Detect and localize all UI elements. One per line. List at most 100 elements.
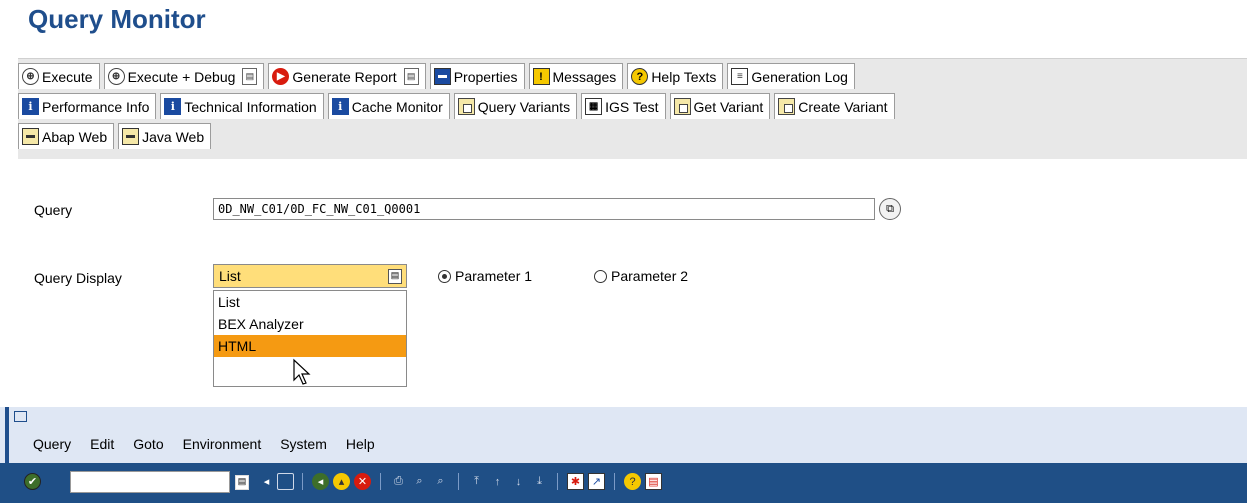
- previous-page-icon[interactable]: ↑: [489, 473, 506, 490]
- performance-info-label: Performance Info: [42, 98, 150, 115]
- igs-icon: ▦: [585, 98, 603, 115]
- create-variant-button[interactable]: Create Variant: [774, 93, 895, 119]
- generation-log-button[interactable]: ≡ Generation Log: [727, 63, 855, 89]
- help-icon: ?: [631, 68, 649, 85]
- create-variant-label: Create Variant: [798, 98, 888, 115]
- cache-monitor-button[interactable]: i Cache Monitor: [327, 93, 450, 119]
- menu-toggle-icon[interactable]: [14, 411, 27, 422]
- performance-info-button[interactable]: i Performance Info: [18, 93, 157, 119]
- menu-query[interactable]: Query: [33, 436, 71, 452]
- execute-debug-label: Execute + Debug: [127, 68, 236, 85]
- properties-label: Properties: [453, 68, 518, 85]
- web-icon: [122, 128, 140, 145]
- query-variants-label: Query Variants: [477, 98, 571, 115]
- technical-information-button[interactable]: i Technical Information: [160, 93, 324, 119]
- query-variants-button[interactable]: Query Variants: [453, 93, 578, 119]
- menu-help[interactable]: Help: [346, 436, 375, 452]
- generation-log-label: Generation Log: [751, 68, 848, 85]
- layout-menu-icon[interactable]: ▤: [645, 473, 662, 490]
- dropdown-menu-icon[interactable]: ▤: [242, 68, 258, 85]
- option-list[interactable]: List: [214, 291, 406, 313]
- enter-icon[interactable]: ✔: [24, 473, 41, 490]
- help-icon[interactable]: ?: [624, 473, 641, 490]
- command-field[interactable]: [70, 471, 230, 493]
- option-bex-analyzer[interactable]: BEX Analyzer: [214, 313, 406, 335]
- query-display-select[interactable]: List ▤: [213, 264, 407, 288]
- info-icon: i: [22, 98, 39, 115]
- get-variant-button[interactable]: Get Variant: [669, 93, 771, 119]
- toolbar-row-3: Abap Web Java Web: [18, 119, 215, 149]
- java-web-label: Java Web: [142, 128, 205, 145]
- help-texts-label: Help Texts: [651, 68, 717, 85]
- last-page-icon[interactable]: ⤓: [531, 473, 548, 490]
- query-display-label: Query Display: [34, 270, 122, 286]
- menu-system[interactable]: System: [280, 436, 327, 452]
- messages-icon: !: [532, 68, 550, 85]
- log-icon: ≡: [731, 68, 749, 85]
- messages-label: Messages: [552, 68, 617, 85]
- parameter-2-label: Parameter 2: [611, 268, 689, 284]
- properties-icon: [433, 68, 451, 85]
- option-html[interactable]: HTML: [214, 335, 406, 357]
- next-page-icon[interactable]: ↓: [510, 473, 527, 490]
- standard-toolbar: ✔ ▤ ◂ ◂ ▴ ✕ ⎙ ⌕ ⌕ ⤒ ↑ ↓ ⤓ ✱ ↗ ? ▤: [0, 463, 1247, 503]
- info-icon: i: [331, 98, 349, 115]
- radio-selected-icon: [438, 269, 451, 283]
- save-icon[interactable]: [277, 473, 294, 490]
- cancel-icon[interactable]: ✕: [354, 473, 371, 490]
- bottom-bar: Query Edit Goto Environment System Help …: [0, 407, 1247, 503]
- parameter-1-radio[interactable]: Parameter 1: [438, 268, 532, 284]
- find-next-icon[interactable]: ⌕: [432, 473, 449, 490]
- value-help-icon[interactable]: ⧉: [879, 198, 901, 220]
- accent-bar: [5, 407, 9, 463]
- abap-web-button[interactable]: Abap Web: [18, 123, 115, 149]
- variant-icon: [673, 98, 691, 115]
- execute-icon: ⊕: [107, 68, 125, 85]
- dropdown-menu-icon[interactable]: ▤: [403, 68, 419, 85]
- toolbar-row-2: i Performance Info i Technical Informati…: [18, 89, 895, 119]
- technical-information-label: Technical Information: [184, 98, 317, 115]
- query-input[interactable]: 0D_NW_C01/0D_FC_NW_C01_Q0001: [213, 198, 875, 220]
- application-toolbar: ⊕ Execute ⊕ Execute + Debug ▤ ▶ Generate…: [18, 58, 1247, 159]
- page-title: Query Monitor: [28, 4, 206, 34]
- get-variant-label: Get Variant: [693, 98, 764, 115]
- java-web-button[interactable]: Java Web: [118, 123, 212, 149]
- web-icon: [22, 128, 39, 145]
- igs-test-button[interactable]: ▦ IGS Test: [581, 93, 666, 119]
- command-history-icon[interactable]: ▤: [235, 475, 249, 490]
- exit-icon[interactable]: ▴: [333, 473, 350, 490]
- print-icon[interactable]: ⎙: [390, 473, 407, 490]
- variant-icon: [457, 98, 475, 115]
- properties-button[interactable]: Properties: [429, 63, 525, 89]
- shortcut-icon[interactable]: ↗: [588, 473, 605, 490]
- find-icon[interactable]: ⌕: [411, 473, 428, 490]
- menubar: Query Edit Goto Environment System Help: [33, 436, 375, 452]
- messages-button[interactable]: ! Messages: [528, 63, 624, 89]
- execute-debug-button[interactable]: ⊕ Execute + Debug ▤: [103, 63, 265, 89]
- execute-button[interactable]: ⊕ Execute: [18, 63, 100, 89]
- separator: [614, 473, 615, 490]
- dropdown-arrow-icon[interactable]: ▤: [388, 269, 402, 284]
- help-texts-button[interactable]: ? Help Texts: [627, 63, 724, 89]
- menu-edit[interactable]: Edit: [90, 436, 114, 452]
- query-label: Query: [34, 202, 73, 218]
- new-session-icon[interactable]: ✱: [567, 473, 584, 490]
- parameter-2-radio[interactable]: Parameter 2: [594, 268, 688, 284]
- back-icon[interactable]: ◂: [312, 473, 329, 490]
- execute-label: Execute: [42, 68, 93, 85]
- separator: [302, 473, 303, 490]
- menu-environment[interactable]: Environment: [183, 436, 262, 452]
- cache-monitor-label: Cache Monitor: [351, 98, 443, 115]
- first-page-icon[interactable]: ⤒: [468, 473, 485, 490]
- menu-goto[interactable]: Goto: [133, 436, 163, 452]
- generate-icon: ▶: [272, 68, 290, 85]
- mouse-pointer-icon: [293, 358, 311, 385]
- abap-web-label: Abap Web: [42, 128, 108, 145]
- toolbar-row-1: ⊕ Execute ⊕ Execute + Debug ▤ ▶ Generate…: [18, 59, 859, 89]
- info-icon: i: [164, 98, 182, 115]
- variant-icon: [778, 98, 796, 115]
- radio-unselected-icon: [594, 269, 607, 283]
- parameter-1-label: Parameter 1: [455, 268, 533, 284]
- generate-report-button[interactable]: ▶ Generate Report ▤: [268, 63, 426, 89]
- previous-arrow-icon[interactable]: ◂: [258, 473, 275, 490]
